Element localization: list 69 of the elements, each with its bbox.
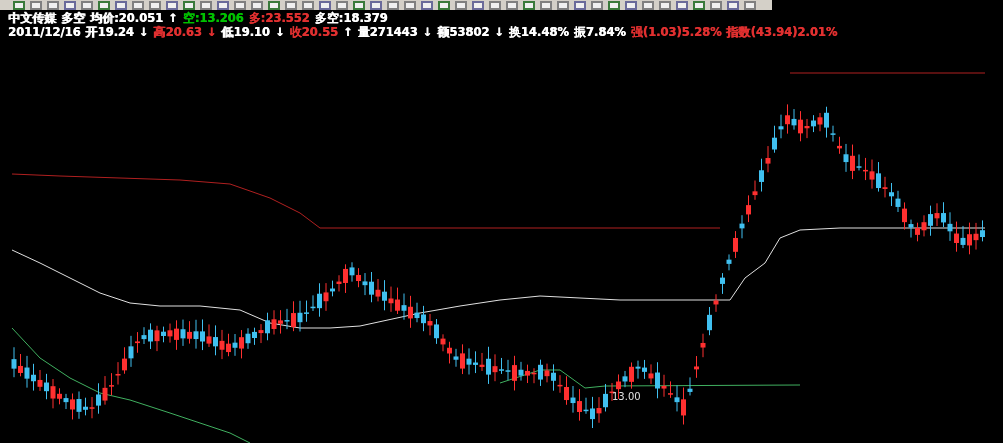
tool-icon[interactable] [182, 0, 196, 10]
tool-icon[interactable] [726, 0, 740, 10]
tool-icon[interactable] [318, 0, 332, 10]
tool-icon[interactable] [505, 0, 519, 10]
tool-icon[interactable] [369, 0, 383, 10]
quote-text: 空:13.206 [182, 11, 244, 24]
tool-icon[interactable] [471, 0, 485, 10]
quote-text: 低19.10 [221, 25, 270, 38]
tool-icon[interactable] [29, 0, 43, 10]
tool-icon[interactable] [114, 0, 128, 10]
quote-text: 额53802 [437, 25, 490, 38]
quote-text: 收20.55 [289, 25, 338, 38]
quote-text: 多:23.552 [248, 11, 310, 24]
tool-icon[interactable] [250, 0, 264, 10]
quote-text: ↑ [168, 11, 178, 24]
tool-icon[interactable] [437, 0, 451, 10]
tool-icon[interactable] [335, 0, 349, 10]
tool-icon[interactable] [216, 0, 230, 10]
tool-icon[interactable] [743, 0, 757, 10]
quote-text: 换14.48% [508, 25, 569, 38]
tool-icon[interactable] [80, 0, 94, 10]
quote-text: 强(1.03)5.28% [630, 25, 722, 38]
quote-text: 指数(43.94)2.01% [726, 25, 838, 38]
quote-text: 高20.63 [153, 25, 202, 38]
tool-icon[interactable] [658, 0, 672, 10]
tool-icon[interactable] [46, 0, 60, 10]
tool-icon[interactable] [301, 0, 315, 10]
tool-icon[interactable] [522, 0, 536, 10]
tool-icon[interactable] [454, 0, 468, 10]
quote-text: 2011/12/16 [8, 25, 81, 38]
quote-text: 均价:20.051 [90, 11, 163, 24]
tool-icon[interactable] [539, 0, 553, 10]
tool-icon[interactable] [709, 0, 723, 10]
tool-icon[interactable] [420, 0, 434, 10]
tool-icon[interactable] [284, 0, 298, 10]
quote-text: 多空:18.379 [314, 11, 388, 24]
tool-icon[interactable] [573, 0, 587, 10]
tool-icon[interactable] [63, 0, 77, 10]
quote-text: 开19.24 [85, 25, 134, 38]
tool-icon[interactable] [148, 0, 162, 10]
tool-icon[interactable] [386, 0, 400, 10]
quote-text: 量271443 [357, 25, 418, 38]
quote-text: ↓ [206, 25, 217, 38]
tool-icon[interactable] [607, 0, 621, 10]
tool-icon[interactable] [488, 0, 502, 10]
tool-icon[interactable] [641, 0, 655, 10]
tool-icon[interactable] [267, 0, 281, 10]
tool-icon[interactable] [199, 0, 213, 10]
quote-text: ↓ [494, 25, 504, 38]
tool-icon[interactable] [590, 0, 604, 10]
tool-icon[interactable] [12, 0, 26, 10]
tool-icon[interactable] [97, 0, 111, 10]
quote-text: ↑ [342, 25, 353, 38]
quote-text: ↓ [274, 25, 285, 38]
quote-text: 中文传媒 [8, 11, 56, 24]
tool-icon[interactable] [556, 0, 570, 10]
quote-text: ↓ [138, 25, 149, 38]
tool-icon[interactable] [352, 0, 366, 10]
low-price-label: 13.00 [612, 391, 641, 403]
tool-icon[interactable] [403, 0, 417, 10]
tool-icon[interactable] [624, 0, 638, 10]
tool-icon[interactable] [233, 0, 247, 10]
quote-text: ↓ [422, 25, 433, 38]
quote-text: 振7.84% [573, 25, 626, 38]
tool-icon[interactable] [165, 0, 179, 10]
tool-icon[interactable] [692, 0, 706, 10]
tool-icon[interactable] [131, 0, 145, 10]
quote-text: 多空 [61, 11, 85, 24]
tool-icon[interactable] [675, 0, 689, 10]
